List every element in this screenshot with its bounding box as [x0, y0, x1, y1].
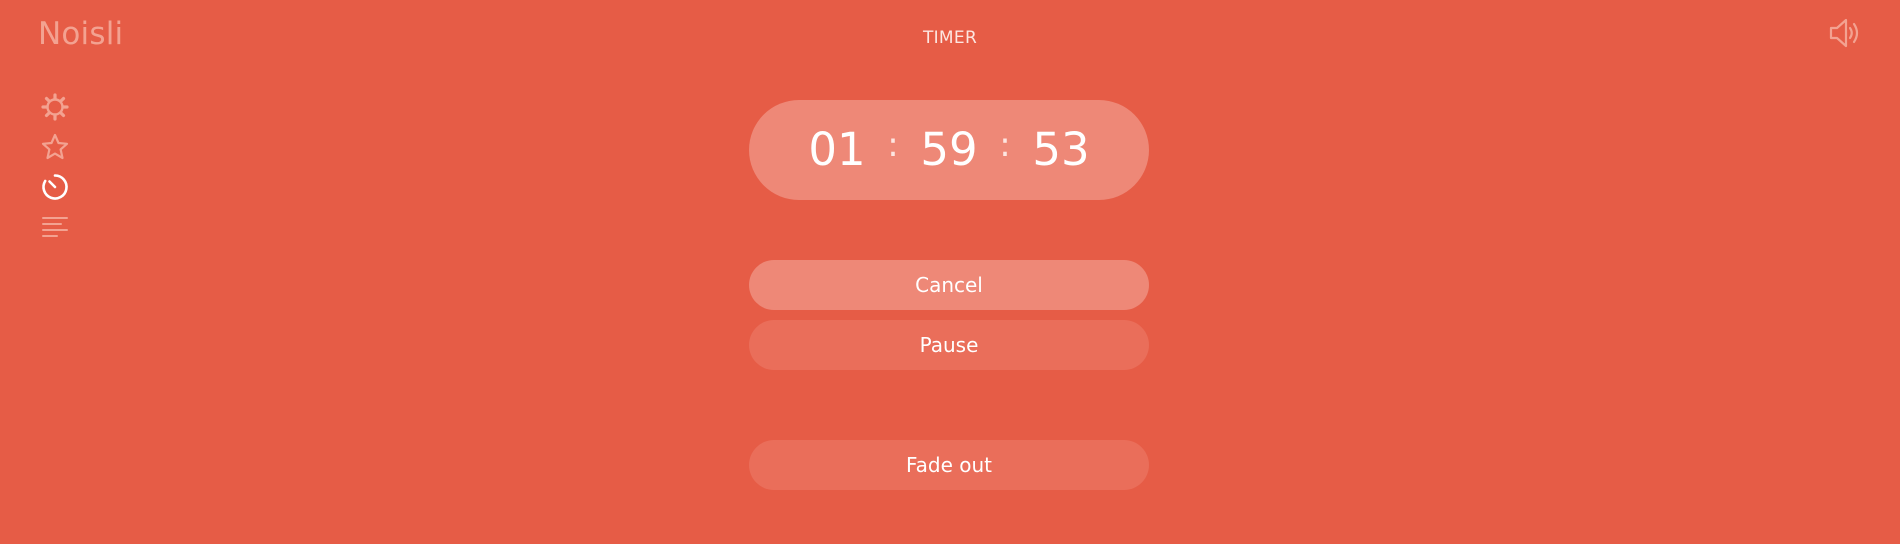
- sidebar-item-timer[interactable]: [40, 172, 70, 202]
- timer-display: 01 : 59 : 53: [749, 100, 1149, 200]
- sidebar-item-favorites[interactable]: [40, 132, 70, 162]
- timer-separator: :: [999, 125, 1011, 165]
- sidebar-item-settings[interactable]: [40, 92, 70, 122]
- sidebar-item-text[interactable]: [40, 212, 70, 242]
- gear-icon: [41, 93, 69, 121]
- fade-out-button[interactable]: Fade out: [749, 440, 1149, 490]
- timer-hours: 01: [808, 123, 866, 176]
- timer-icon: [42, 174, 68, 200]
- pause-button[interactable]: Pause: [749, 320, 1149, 370]
- star-icon: [41, 133, 69, 160]
- timer-minutes: 59: [920, 123, 978, 176]
- timer-separator: :: [887, 125, 899, 165]
- sidebar-nav: [40, 92, 70, 252]
- text-lines-icon: [42, 217, 68, 237]
- speaker-icon: [1829, 18, 1859, 48]
- cancel-button[interactable]: Cancel: [749, 260, 1149, 310]
- page-title: TIMER: [922, 28, 978, 48]
- volume-button[interactable]: [1828, 16, 1862, 50]
- timer-seconds: 53: [1032, 123, 1090, 176]
